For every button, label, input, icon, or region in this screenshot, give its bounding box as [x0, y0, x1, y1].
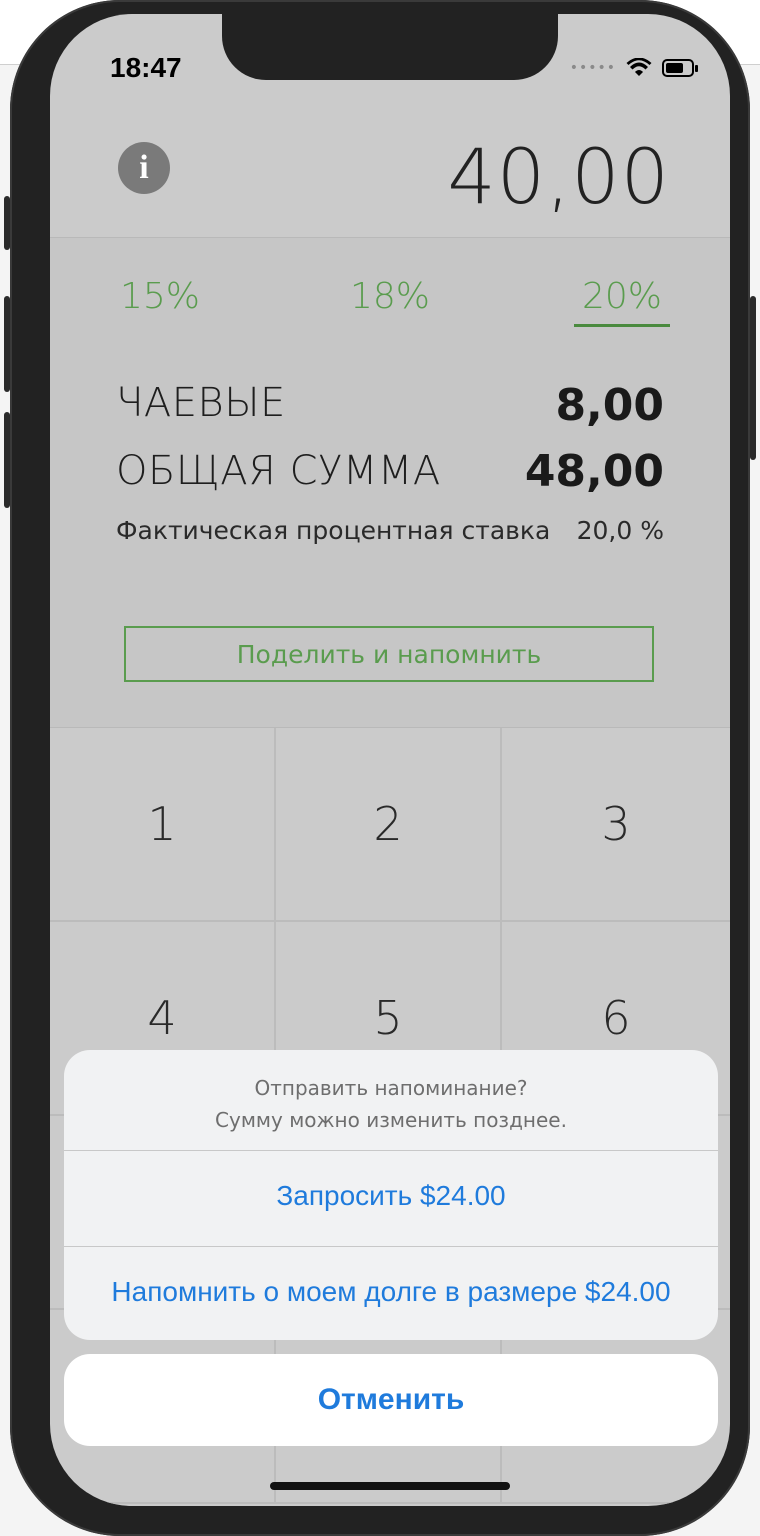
tip-label: ЧАЕВЫЕ — [116, 380, 286, 426]
silent-switch — [4, 196, 10, 250]
volume-down-button — [4, 412, 10, 508]
home-indicator[interactable] — [270, 1482, 510, 1490]
app-screen: 18:47 ••••• i 40,00 15% 18% 20% ЧАЕВЫЕ 8… — [50, 14, 730, 1506]
signal-icon: ••••• — [569, 60, 616, 76]
total-label: ОБЩАЯ СУММА — [116, 448, 441, 494]
effective-rate-value: 20,0 % — [576, 516, 664, 545]
tip-option-20[interactable]: 20% — [582, 276, 662, 317]
volume-up-button — [4, 296, 10, 392]
total-value: 48,00 — [524, 446, 664, 497]
remind-debt-button[interactable]: Напомнить о моем долге в размере $24.00 — [64, 1276, 718, 1308]
status-icons: ••••• — [569, 58, 698, 78]
action-sheet-subtitle: Сумму можно изменить позднее. — [215, 1108, 567, 1132]
divider — [50, 237, 730, 238]
separator — [64, 1246, 718, 1247]
request-amount-button[interactable]: Запросить $24.00 — [64, 1180, 718, 1212]
key-1[interactable]: 1 — [50, 728, 276, 922]
status-time: 18:47 — [110, 52, 182, 83]
info-icon[interactable]: i — [118, 142, 170, 194]
battery-icon — [662, 59, 698, 77]
tip-option-18[interactable]: 18% — [350, 276, 430, 317]
separator — [64, 1150, 718, 1151]
cancel-button[interactable]: Отменить — [64, 1354, 718, 1446]
wifi-icon — [626, 58, 652, 76]
tip-value: 8,00 — [555, 380, 664, 431]
notch — [222, 14, 558, 80]
selected-tip-indicator — [574, 324, 670, 327]
key-2[interactable]: 2 — [276, 728, 502, 922]
action-sheet-title: Отправить напоминание? — [254, 1076, 528, 1100]
phone-frame: 18:47 ••••• i 40,00 15% 18% 20% ЧАЕВЫЕ 8… — [4, 0, 756, 1536]
tip-option-15[interactable]: 15% — [120, 276, 200, 317]
key-3[interactable]: 3 — [502, 728, 730, 922]
bill-amount[interactable]: 40,00 — [447, 132, 670, 221]
action-sheet: Отправить напоминание? Сумму можно измен… — [64, 1050, 718, 1340]
effective-rate-label: Фактическая процентная ставка — [116, 516, 551, 545]
split-and-remind-button[interactable]: Поделить и напомнить — [124, 626, 654, 682]
power-button — [750, 296, 756, 460]
